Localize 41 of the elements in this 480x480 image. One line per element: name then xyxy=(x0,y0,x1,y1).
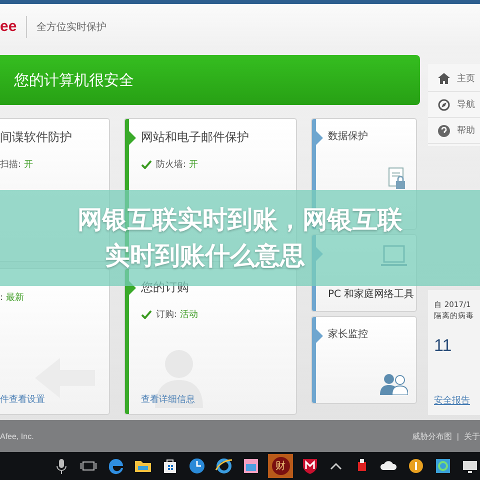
document-lock-icon xyxy=(388,167,406,190)
card-title: 您的订购 xyxy=(141,279,189,296)
card-link[interactable]: 查看详细信息 xyxy=(141,393,195,406)
card-title: 家长监控 xyxy=(328,328,368,341)
status-banner: 您的计算机很安全 xyxy=(0,55,420,105)
card-title: 网站和电子邮件保护 xyxy=(141,129,249,146)
overlay-title-line: 实时到账什么意思 xyxy=(105,240,305,272)
virus-count: 11 xyxy=(434,336,453,356)
status-text: 订购: 活动 xyxy=(156,308,198,321)
copyright-text: Afee, Inc. xyxy=(0,432,34,440)
card-link[interactable]: 件查看设置 xyxy=(0,393,45,406)
taskbar-button[interactable]: 财 xyxy=(268,454,294,478)
browser-e-icon xyxy=(106,456,126,476)
picture-icon xyxy=(241,456,261,476)
status-text: : 最新 xyxy=(0,292,24,304)
card-title: PC 和家庭网络工具 xyxy=(328,288,414,301)
coin-icon xyxy=(406,456,426,476)
help-icon xyxy=(438,124,450,136)
tagline: 全方位实时保护 xyxy=(36,20,107,34)
nav-item[interactable]: 帮助 xyxy=(428,118,480,144)
pointer-marker xyxy=(316,329,323,343)
nav-item[interactable]: 主页 xyxy=(428,66,480,92)
compass-icon xyxy=(438,98,450,110)
card-title: 数据保护 xyxy=(328,130,368,143)
footer-link[interactable]: 威胁分布图 xyxy=(412,430,452,442)
home-icon xyxy=(438,73,450,84)
app-window-icon xyxy=(433,456,453,476)
chevron-up-icon xyxy=(330,462,342,470)
nav-item[interactable]: 导航 xyxy=(428,92,480,118)
footer-link[interactable]: 关于 xyxy=(464,430,480,442)
app-glyph: 财 xyxy=(272,457,290,475)
status-text: 扫描: 开 xyxy=(0,158,33,171)
logo-text: ee xyxy=(0,16,27,38)
card-title: 间谍软件防护 xyxy=(0,129,72,146)
status-text: 防火墙: 开 xyxy=(156,158,198,171)
separator-text: | xyxy=(456,432,459,440)
clock-icon xyxy=(187,456,207,476)
report-link[interactable]: 安全报告 xyxy=(434,394,480,407)
people-icon xyxy=(380,373,408,395)
browser-ie-icon xyxy=(214,456,234,476)
overlay-title-line: 网银互联实时到账，网银互联 xyxy=(78,204,402,236)
